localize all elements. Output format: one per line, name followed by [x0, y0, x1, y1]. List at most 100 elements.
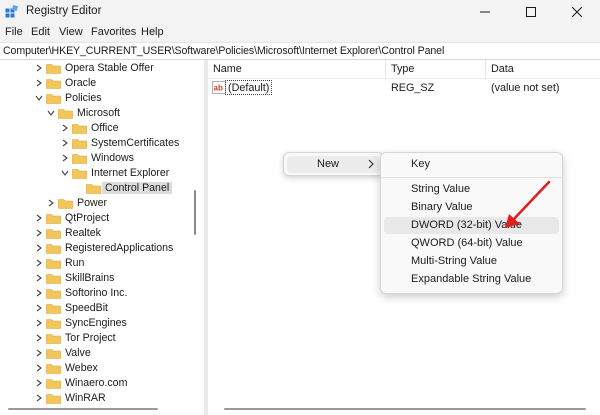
tree-item[interactable]: Oracle [0, 76, 200, 91]
tree-item[interactable]: Microsoft [0, 106, 200, 121]
table-row[interactable]: ab (Default) REG_SZ (value not set) [208, 80, 600, 96]
tree-item[interactable]: Realtek [0, 226, 200, 241]
tree-item[interactable]: RegisteredApplications [0, 241, 200, 256]
address-path[interactable]: Computer\HKEY_CURRENT_USER\Software\Poli… [3, 45, 444, 57]
chevron-right-icon[interactable] [34, 333, 44, 343]
tree-horizontal-scrollbar[interactable] [8, 408, 158, 410]
chevron-right-icon[interactable] [34, 318, 44, 328]
chevron-right-icon[interactable] [34, 303, 44, 313]
tree-item[interactable]: Winaero.com [0, 376, 200, 391]
tree-item[interactable]: Webex [0, 361, 200, 376]
tree-item-label: SpeedBit [65, 302, 108, 314]
folder-icon [46, 304, 61, 314]
chevron-right-icon[interactable] [34, 378, 44, 388]
folder-icon [46, 214, 61, 224]
tree-vertical-scrollbar[interactable] [194, 190, 196, 235]
chevron-right-icon[interactable] [60, 123, 70, 133]
folder-icon [46, 94, 61, 104]
chevron-right-icon[interactable] [34, 258, 44, 268]
tree-item[interactable]: Tor Project [0, 331, 200, 346]
maximize-button[interactable] [508, 0, 554, 24]
folder-icon [46, 244, 61, 254]
menu-item-multi-string-value[interactable]: Multi-String Value [384, 253, 559, 270]
chevron-right-icon[interactable] [34, 228, 44, 238]
chevron-right-icon[interactable] [34, 348, 44, 358]
menu-item-new[interactable]: New [287, 156, 380, 173]
chevron-right-icon[interactable] [60, 153, 70, 163]
folder-icon [46, 259, 61, 269]
chevron-right-icon[interactable] [34, 273, 44, 283]
tree-item-label: Softorino Inc. [65, 287, 128, 299]
key-tree[interactable]: Opera Stable Offer Oracle Policies Microsof… [0, 60, 200, 415]
chevron-right-icon[interactable] [34, 243, 44, 253]
tree-item[interactable]: SyncEngines [0, 316, 200, 331]
menu-item-key[interactable]: Key [384, 156, 559, 173]
tree-item[interactable]: Run [0, 256, 200, 271]
menu-item-label: Multi-String Value [411, 255, 497, 267]
menu-item-label: Expandable String Value [411, 273, 532, 285]
registry-editor-icon [5, 5, 18, 18]
tree-item-label: Oracle [65, 77, 97, 89]
tree-item-label: Run [65, 257, 85, 269]
chevron-right-icon[interactable] [34, 288, 44, 298]
tree-item[interactable]: Internet Explorer [0, 166, 200, 181]
folder-icon [58, 109, 73, 119]
tree-item-label: Valve [65, 347, 91, 359]
tree-item-label: Internet Explorer [91, 167, 170, 179]
value-name[interactable]: (Default) [225, 80, 273, 95]
chevron-right-icon[interactable] [34, 393, 44, 403]
tree-item[interactable]: Office [0, 121, 200, 136]
header-divider [208, 78, 600, 79]
chevron-down-icon[interactable] [46, 108, 56, 118]
menu-item-label: Key [411, 158, 430, 170]
tree-item-label: Webex [65, 362, 98, 374]
chevron-down-icon[interactable] [60, 168, 70, 178]
tree-item[interactable]: Valve [0, 346, 200, 361]
chevron-right-icon[interactable] [46, 198, 56, 208]
tree-item[interactable]: SpeedBit [0, 301, 200, 316]
list-horizontal-scrollbar[interactable] [224, 408, 586, 410]
tree-item-label: Office [91, 122, 119, 134]
menu-help[interactable]: Help [141, 26, 164, 38]
folder-icon [46, 64, 61, 74]
menu-item-label: String Value [411, 183, 471, 195]
tree-item[interactable]: Opera Stable Offer [0, 61, 200, 76]
tree-item[interactable]: Power [0, 196, 200, 211]
tree-item[interactable]: SystemCertificates [0, 136, 200, 151]
address-bar[interactable]: Computer\HKEY_CURRENT_USER\Software\Poli… [0, 42, 600, 60]
tree-item[interactable]: Windows [0, 151, 200, 166]
column-header-name[interactable]: Name [213, 63, 242, 75]
tree-item[interactable]: Softorino Inc. [0, 286, 200, 301]
tree-item[interactable]: SkillBrains [0, 271, 200, 286]
folder-icon [46, 349, 61, 359]
column-divider[interactable] [485, 60, 486, 78]
tree-item[interactable]: WinRAR [0, 391, 200, 406]
tree-item[interactable]: Policies [0, 91, 200, 106]
menu-file[interactable]: File [5, 26, 23, 38]
menu-item-qword-value[interactable]: QWORD (64-bit) Value [384, 235, 559, 252]
menu-favorites[interactable]: Favorites [91, 26, 136, 38]
minimize-button[interactable] [462, 0, 508, 24]
column-divider[interactable] [385, 60, 386, 78]
column-header-type[interactable]: Type [391, 63, 414, 75]
chevron-right-icon[interactable] [34, 63, 44, 73]
maximize-icon [526, 7, 536, 17]
chevron-right-icon[interactable] [34, 78, 44, 88]
chevron-right-icon[interactable] [60, 138, 70, 148]
menu-view[interactable]: View [59, 26, 83, 38]
tree-item[interactable]: Control Panel [0, 181, 200, 196]
close-icon [572, 7, 582, 17]
chevron-right-icon [368, 159, 374, 169]
string-value-icon: ab [212, 81, 226, 94]
menu-item-expandable-string-value[interactable]: Expandable String Value [384, 271, 559, 288]
value-data: (value not set) [491, 82, 560, 94]
close-button[interactable] [554, 0, 600, 24]
tree-item-label: Power [77, 197, 108, 209]
menu-edit[interactable]: Edit [31, 26, 50, 38]
chevron-down-icon[interactable] [34, 93, 44, 103]
tree-item[interactable]: QtProject [0, 211, 200, 226]
svg-text:ab: ab [214, 84, 223, 93]
column-header-data[interactable]: Data [491, 63, 514, 75]
chevron-right-icon[interactable] [34, 213, 44, 223]
chevron-right-icon[interactable] [34, 363, 44, 373]
